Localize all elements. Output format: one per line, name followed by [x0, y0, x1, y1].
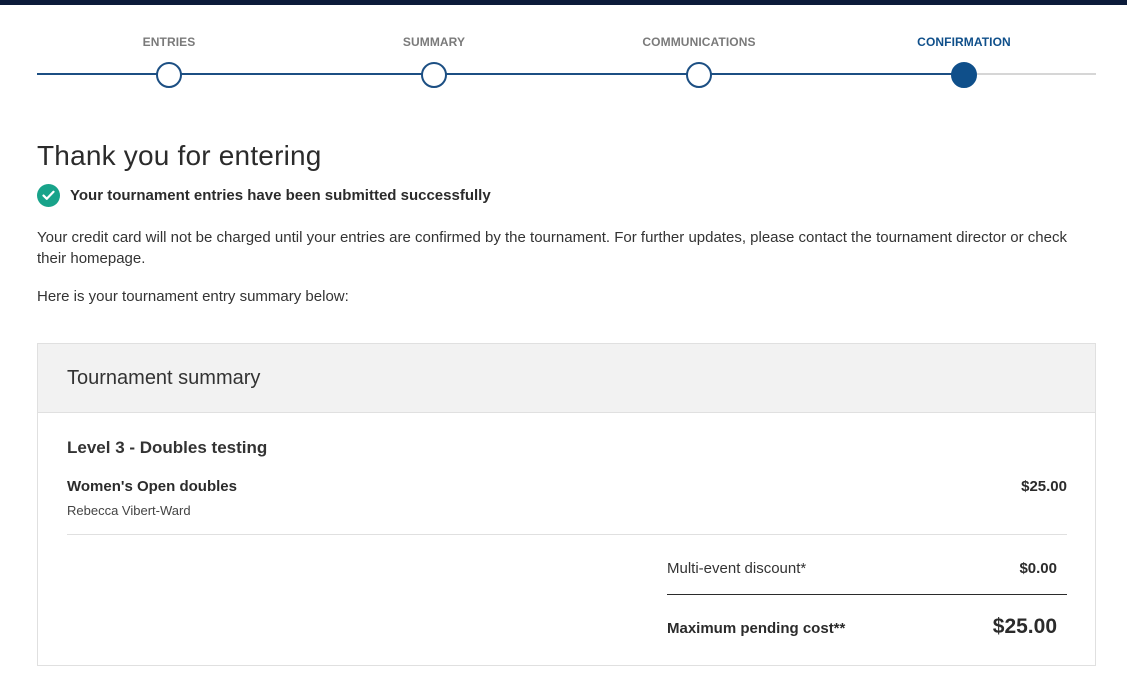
tournament-summary-card: Tournament summary Level 3 - Doubles tes… [37, 343, 1096, 666]
info-text: Your credit card will not be charged unt… [37, 229, 1067, 267]
stepper-track-remaining [963, 73, 1096, 75]
divider [67, 534, 1067, 535]
success-message: Your tournament entries have been submit… [70, 187, 491, 204]
progress-stepper: ENTRIES SUMMARY COMMUNICATIONS CONFIRMAT… [37, 30, 1096, 90]
step-summary[interactable]: SUMMARY [334, 30, 534, 88]
card-heading: Tournament summary [67, 366, 261, 389]
step-label: SUMMARY [402, 35, 466, 49]
card-header: Tournament summary [38, 344, 1095, 413]
tournament-name: Level 3 - Doubles testing [67, 438, 268, 457]
step-entries[interactable]: ENTRIES [69, 30, 269, 88]
step-dot[interactable] [156, 62, 182, 88]
step-confirmation[interactable]: CONFIRMATION [864, 30, 1064, 88]
check-circle-icon [37, 184, 60, 207]
success-banner: Your tournament entries have been submit… [37, 184, 491, 207]
step-label: ENTRIES [142, 35, 196, 49]
step-dot[interactable] [421, 62, 447, 88]
step-communications[interactable]: COMMUNICATIONS [599, 30, 799, 88]
max-cost-value: $25.00 [992, 615, 1057, 638]
max-cost-label: Maximum pending cost** [667, 620, 846, 637]
player-name: Rebecca Vibert-Ward [67, 503, 191, 518]
total-divider [667, 594, 1067, 595]
step-label: COMMUNICATIONS [642, 35, 756, 49]
event-price: $25.00 [1021, 478, 1067, 495]
discount-value: $0.00 [1019, 560, 1057, 577]
page-title: Thank you for entering [37, 140, 322, 171]
step-label: CONFIRMATION [917, 35, 1011, 49]
top-bar [0, 0, 1127, 5]
event-name: Women's Open doubles [67, 478, 237, 495]
step-dot[interactable] [686, 62, 712, 88]
step-dot-active[interactable] [951, 62, 977, 88]
summary-intro: Here is your tournament entry summary be… [37, 288, 349, 305]
discount-label: Multi-event discount* [667, 560, 807, 577]
